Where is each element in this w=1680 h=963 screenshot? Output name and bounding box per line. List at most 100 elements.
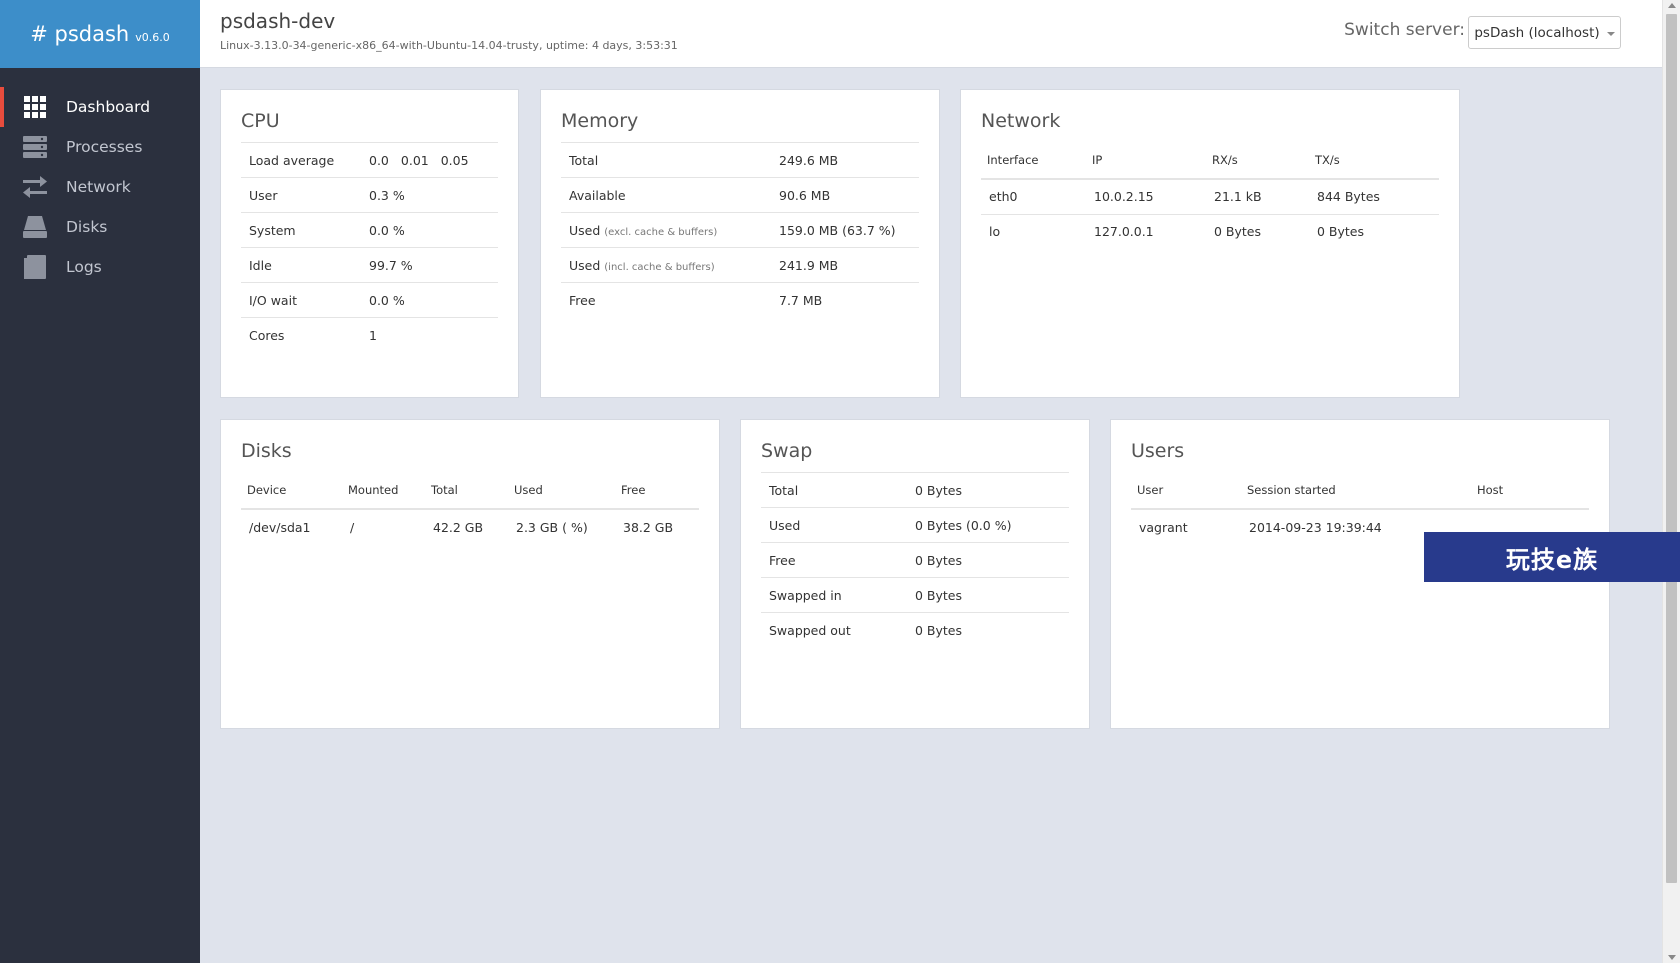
column-header-rx[interactable]: RX/s [1206,142,1309,180]
load-15m: 0.05 [440,152,469,168]
swap-value: 0 Bytes (0.0 %) [907,507,1069,543]
cell-rx: 0 Bytes [1206,213,1309,249]
brand-version: v0.6.0 [135,31,170,44]
book-icon [22,255,48,279]
swap-value: 0 Bytes [907,612,1069,648]
memory-value: 7.7 MB [771,282,919,318]
cpu-key: System [241,212,361,248]
disks-panel: Disks Device Mounted Total Used Free /de… [220,419,720,729]
cell-ip: 127.0.0.1 [1086,213,1206,249]
load-5m: 0.01 [400,152,429,168]
sidebar-item-label: Dashboard [66,98,151,116]
sidebar-item-label: Logs [66,258,102,276]
column-header-session-started[interactable]: Session started [1241,472,1471,510]
switch-server-value: psDash (localhost) [1474,24,1600,41]
column-header-host[interactable]: Host [1471,472,1589,510]
switch-server-label: Switch server: [1344,20,1465,40]
cell-tx: 844 Bytes [1317,189,1380,205]
sidebar: # psdash v0.6.0 Dashboard Processes Netw… [0,0,200,963]
cell-ip: 10.0.2.15 [1094,189,1154,205]
memory-table: Total 249.6 MB Available 90.6 MB Used (e… [561,142,919,318]
table-row: Used (incl. cache & buffers) 241.9 MB [561,247,919,283]
column-header-device[interactable]: Device [241,472,342,510]
table-row: Swapped in 0 Bytes [761,577,1069,613]
column-header-used[interactable]: Used [508,472,615,510]
table-row: System 0.0 % [241,212,498,248]
swap-value: 0 Bytes [907,472,1069,508]
table-row: Used 0 Bytes (0.0 %) [761,507,1069,543]
column-header-tx[interactable]: TX/s [1309,142,1439,180]
memory-key-label: Available [569,187,626,203]
caret-down-icon [1606,31,1615,36]
swap-title: Swap [761,440,813,462]
memory-panel: Memory Total 249.6 MB Available 90.6 MB … [540,89,940,398]
brand-name: # psdash [30,22,130,46]
cell-device: /dev/sda1 [249,519,311,535]
cpu-key: I/O wait [241,282,361,318]
table-row: /dev/sda1 / 42.2 GB 2.3 GB ( %) 38.2 GB [241,509,699,544]
disks-table: Device Mounted Total Used Free /dev/sda1… [241,472,699,544]
swap-panel: Swap Total 0 Bytes Used 0 Bytes (0.0 %) Fr… [740,419,1090,729]
table-row: I/O wait 0.0 % [241,282,498,318]
cpu-panel: CPU Load average 0.0 0.01 0.05 User 0.3 % S… [220,89,519,398]
sidebar-item-label: Disks [66,218,108,236]
table-header-row: Device Mounted Total Used Free [241,472,699,510]
cpu-value: 0.0 % [361,212,498,248]
sidebar-item-dashboard[interactable]: Dashboard [0,87,200,127]
cpu-key: Idle [241,247,361,283]
swap-key: Free [761,542,907,578]
swap-value: 0 Bytes [907,542,1069,578]
hostname-title: psdash-dev [220,9,336,33]
column-header-interface[interactable]: Interface [981,142,1086,180]
column-header-total[interactable]: Total [425,472,508,510]
memory-key-label: Used [569,222,601,238]
sidebar-item-label: Processes [66,138,143,156]
scrollbar-thumb[interactable] [1666,14,1677,883]
top-header: psdash-dev Linux-3.13.0-34-generic-x86_6… [200,0,1662,68]
table-row: Load average 0.0 0.01 0.05 [241,142,498,178]
memory-key: Free [561,282,771,318]
load-1m: 0.0 [369,152,389,168]
scroll-down-arrow-icon[interactable] [1668,955,1676,960]
sidebar-item-network[interactable]: Network [0,167,200,207]
switch-server-dropdown[interactable]: psDash (localhost) [1468,16,1621,49]
memory-title: Memory [561,110,639,132]
memory-value: 249.6 MB [771,142,919,178]
table-row: Available 90.6 MB [561,177,919,213]
transfer-arrows-icon [22,175,48,199]
sidebar-item-disks[interactable]: Disks [0,207,200,247]
brand-logo[interactable]: # psdash v0.6.0 [0,0,200,68]
column-header-ip[interactable]: IP [1086,142,1206,180]
table-row: lo 127.0.0.1 0 Bytes 0 Bytes [981,213,1439,249]
column-header-user[interactable]: User [1131,472,1241,510]
dashboard-grid-icon [22,95,48,119]
table-row: Free 7.7 MB [561,282,919,318]
cpu-value: 1 [361,317,498,353]
sidebar-item-logs[interactable]: Logs [0,247,200,287]
column-header-mounted[interactable]: Mounted [342,472,425,510]
memory-key-label: Free [569,292,596,308]
cell-total: 42.2 GB [433,519,484,535]
cpu-key: Cores [241,317,361,353]
table-header-row: Interface IP RX/s TX/s [981,142,1439,180]
table-row: Free 0 Bytes [761,542,1069,578]
sidebar-item-label: Network [66,178,131,196]
cpu-value: 0.3 % [361,177,498,213]
memory-key: Used (incl. cache & buffers) [561,247,771,283]
scroll-up-arrow-icon[interactable] [1668,3,1676,8]
memory-key: Total [561,142,771,178]
users-title: Users [1131,440,1185,462]
table-row: Total 0 Bytes [761,472,1069,508]
memory-key-label: Total [569,152,599,168]
page-scrollbar[interactable] [1662,0,1680,963]
swap-key: Swapped in [761,577,907,613]
system-info: Linux-3.13.0-34-generic-x86_64-with-Ubun… [220,39,678,52]
swap-table: Total 0 Bytes Used 0 Bytes (0.0 %) Free 0 B… [761,472,1069,648]
memory-key: Used (excl. cache & buffers) [561,212,771,248]
cpu-title: CPU [241,110,280,132]
sidebar-item-processes[interactable]: Processes [0,127,200,167]
column-header-free[interactable]: Free [615,472,699,510]
memory-key-note: (incl. cache & buffers) [604,261,715,273]
cell-free: 38.2 GB [623,519,674,535]
cpu-key: User [241,177,361,213]
